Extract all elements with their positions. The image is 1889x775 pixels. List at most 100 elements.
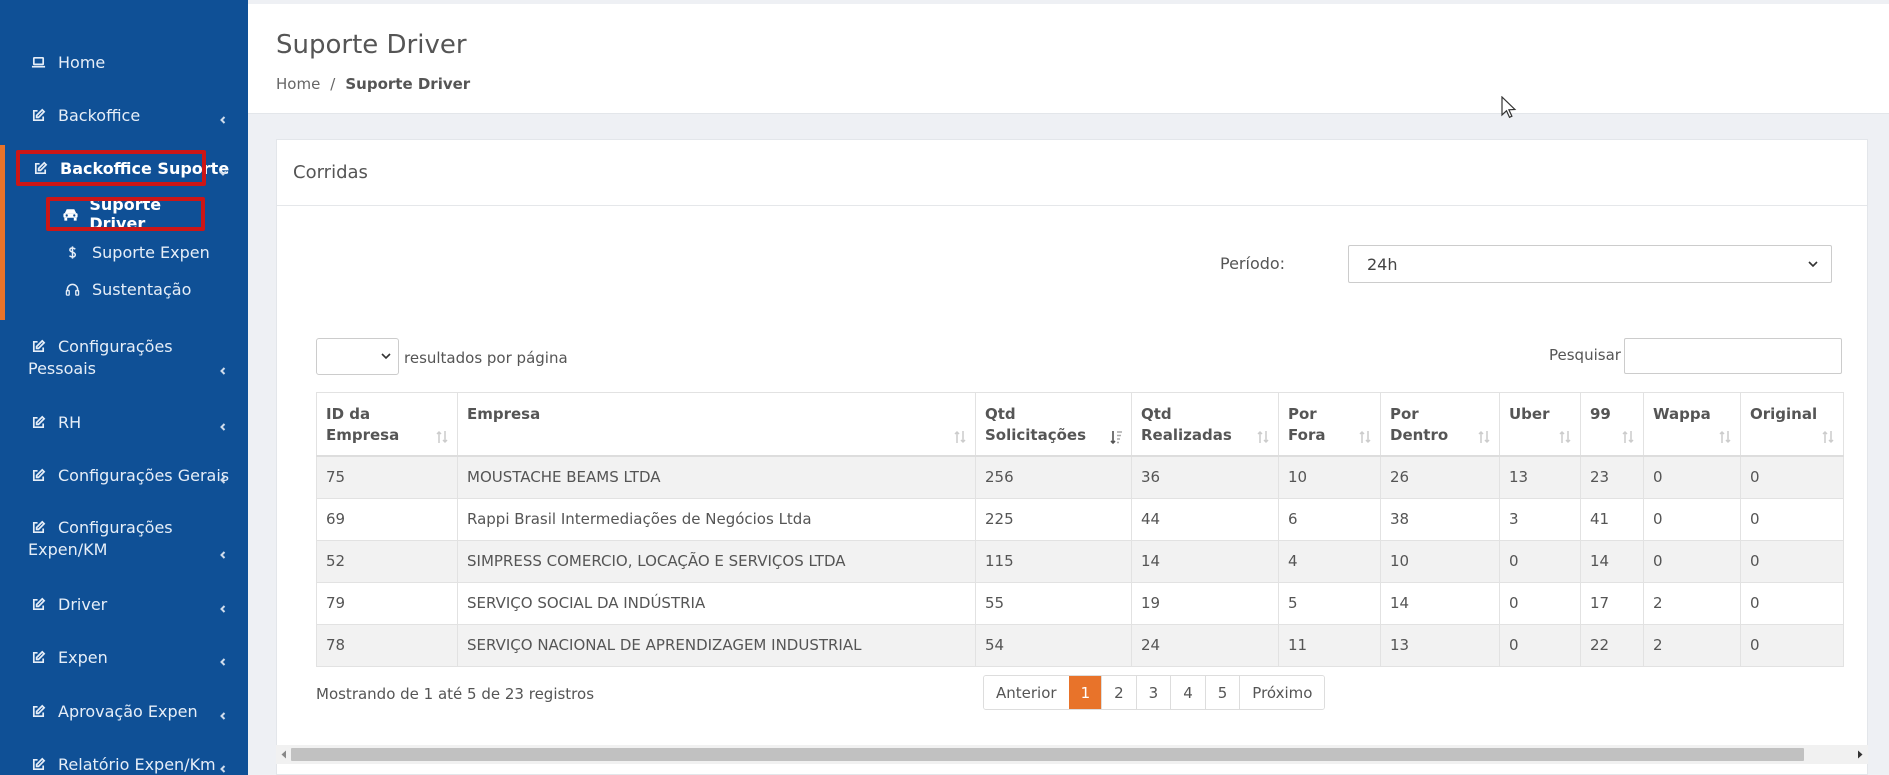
column-header-uber[interactable]: Uber (1499, 392, 1581, 457)
chevron-left-icon (218, 652, 228, 666)
table-cell: 54 (975, 623, 1132, 667)
chevron-left-icon (218, 599, 228, 613)
pagination-page-1[interactable]: 1 (1068, 676, 1102, 709)
column-header-id-empresa[interactable]: ID da Empresa (316, 392, 458, 457)
scroll-left-arrow-icon[interactable] (280, 750, 288, 759)
active-highlight-box (46, 197, 205, 231)
corridas-card: Corridas Período: 24h resultados por pág… (276, 139, 1868, 775)
sidebar-item-relatorio-expen-km[interactable]: Relatório Expen/Km (0, 752, 248, 775)
sidebar-item-driver[interactable]: Driver (0, 592, 248, 616)
sidebar-item-backoffice-suporte[interactable]: Backoffice Suporte (0, 150, 248, 186)
edit-icon (28, 415, 48, 430)
sidebar-item-label: Configurações Expen/KM (28, 518, 173, 559)
table-cell: 5 (1278, 581, 1381, 625)
table-cell: 14 (1580, 539, 1644, 583)
table-cell: 44 (1131, 497, 1279, 541)
periodo-select[interactable]: 24h (1348, 245, 1832, 283)
column-header-original[interactable]: Original (1740, 392, 1844, 457)
table-cell: 52 (316, 539, 458, 583)
column-header-por-dentro[interactable]: Por Dentro (1380, 392, 1500, 457)
sidebar-item-home[interactable]: Home (0, 50, 248, 74)
table-cell: 115 (975, 539, 1132, 583)
table-cell: 0 (1740, 539, 1844, 583)
column-header-wappa[interactable]: Wappa (1643, 392, 1741, 457)
laptop-icon (28, 55, 48, 70)
table-cell: SERVIÇO SOCIAL DA INDÚSTRIA (457, 581, 976, 625)
table-row: 75 MOUSTACHE BEAMS LTDA 256 36 10 26 13 … (316, 455, 1844, 499)
periodo-select-value: 24h (1367, 254, 1398, 274)
pagination-next-button[interactable]: Próximo (1239, 676, 1325, 709)
table-cell: 0 (1499, 623, 1581, 667)
table-cell: 225 (975, 497, 1132, 541)
table-cell: 41 (1580, 497, 1644, 541)
sidebar-item-aprovacao-expen[interactable]: Aprovação Expen (0, 699, 248, 723)
sidebar-item-label: Aprovação Expen (58, 701, 198, 721)
table-row: 79 SERVIÇO SOCIAL DA INDÚSTRIA 55 19 5 1… (316, 581, 1844, 625)
sidebar-item-backoffice[interactable]: Backoffice (0, 103, 248, 127)
table-cell: 38 (1380, 497, 1500, 541)
breadcrumb-home-link[interactable]: Home (276, 75, 320, 93)
sidebar-item-label: Driver (58, 594, 108, 614)
column-header-empresa[interactable]: Empresa (457, 392, 976, 457)
periodo-label: Período: (1220, 254, 1286, 273)
sidebar-item-label: Backoffice (58, 105, 141, 125)
chevron-left-icon (218, 545, 228, 559)
table-cell: 3 (1499, 497, 1581, 541)
table-cell: MOUSTACHE BEAMS LTDA (457, 455, 976, 499)
column-header-por-fora[interactable]: Por Fora (1278, 392, 1381, 457)
chevron-left-icon (218, 470, 228, 484)
dollar-icon (62, 245, 82, 260)
table-cell: 11 (1278, 623, 1381, 667)
table-cell: 0 (1643, 497, 1741, 541)
sort-desc-icon (1110, 431, 1122, 445)
table-cell: 10 (1380, 539, 1500, 583)
column-header-qtd-realizadas[interactable]: Qtd Realizadas (1131, 392, 1279, 457)
pagination-page-5[interactable]: 5 (1204, 676, 1240, 709)
sidebar-subitem-suporte-driver[interactable]: Suporte Driver (46, 195, 205, 233)
table-cell: 14 (1131, 539, 1279, 583)
scrollbar-thumb[interactable] (291, 748, 1804, 761)
sidebar-item-configuracoes-pessoais[interactable]: Configurações Pessoais (0, 336, 248, 380)
column-header-qtd-solicitacoes[interactable]: Qtd Solicitações (975, 392, 1132, 457)
edit-icon (28, 650, 48, 665)
table-cell: 0 (1499, 539, 1581, 583)
breadcrumb-separator: / (330, 75, 336, 93)
edit-icon (28, 597, 48, 612)
sidebar-item-configuracoes-gerais[interactable]: Configurações Gerais (0, 463, 248, 487)
edit-icon (28, 108, 48, 123)
pagination-page-4[interactable]: 4 (1170, 676, 1205, 709)
sidebar-item-expen[interactable]: Expen (0, 645, 248, 669)
table-cell: 4 (1278, 539, 1381, 583)
sort-icon (1359, 430, 1371, 444)
search-input[interactable] (1624, 338, 1842, 374)
page-length-select[interactable] (316, 338, 399, 375)
table-cell: 14 (1380, 581, 1500, 625)
sidebar-subitem-sustentacao[interactable]: Sustentação (62, 277, 191, 301)
table-cell: 2 (1643, 581, 1741, 625)
table-cell: 256 (975, 455, 1132, 499)
breadcrumb-current: Suporte Driver (345, 75, 471, 93)
sidebar-subitem-label: Suporte Expen (92, 242, 210, 262)
page-header: Suporte Driver Home / Suporte Driver (248, 4, 1889, 119)
pagination-page-2[interactable]: 2 (1101, 676, 1136, 709)
chevron-left-icon (218, 759, 228, 773)
horizontal-scrollbar[interactable] (276, 745, 1868, 764)
sidebar-item-rh[interactable]: RH (0, 410, 248, 434)
edit-icon (28, 704, 48, 719)
edit-icon (28, 339, 48, 354)
table-cell: 55 (975, 581, 1132, 625)
table-cell: 23 (1580, 455, 1644, 499)
sidebar-item-label: Expen (58, 647, 108, 667)
column-header-99[interactable]: 99 (1580, 392, 1644, 457)
table-cell: 0 (1643, 455, 1741, 499)
sidebar-subitem-suporte-expen[interactable]: Suporte Expen (62, 240, 210, 264)
pagination-previous-button[interactable]: Anterior (984, 676, 1069, 709)
sort-icon (1719, 430, 1731, 444)
sidebar-subitem-label: Sustentação (92, 279, 192, 299)
sidebar-item-configuracoes-expen-km[interactable]: Configurações Expen/KM (0, 517, 248, 561)
chevron-left-icon (218, 417, 228, 431)
scroll-right-arrow-icon[interactable] (1856, 750, 1864, 759)
pagination-page-3[interactable]: 3 (1135, 676, 1171, 709)
sidebar-item-label: Home (58, 52, 106, 72)
table-cell: 79 (316, 581, 458, 625)
